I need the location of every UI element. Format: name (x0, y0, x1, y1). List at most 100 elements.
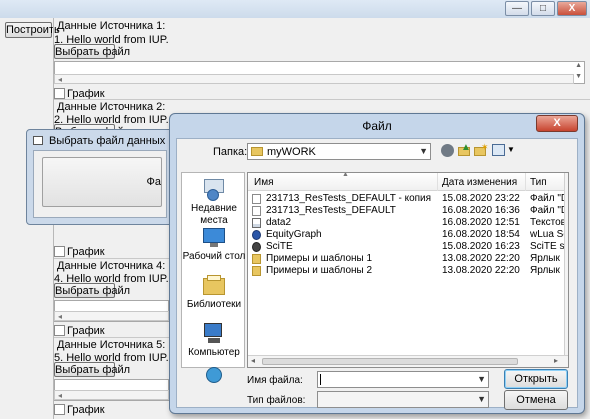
place-recent-label: Недавние места (191, 203, 237, 226)
file-button-label: Фа (146, 176, 161, 188)
place-desktop-label: Рабочий стол (182, 251, 246, 262)
source-1-hscroll[interactable]: ◂ (54, 74, 574, 84)
file-list-hscroll[interactable]: ◂ ▸ (248, 355, 568, 367)
file-type: SciTE sess (530, 241, 564, 252)
small-dialog-title: Выбрать файл данных (49, 135, 166, 147)
file-date: 15.08.2020 16:23 (442, 241, 520, 252)
source-5-select-file-button[interactable]: Выбрать файл (54, 362, 130, 377)
file-list[interactable]: Имя ▲ Дата изменения Тип 231713_ResTests… (247, 172, 569, 368)
chevron-down-icon[interactable]: ▼ (419, 146, 428, 156)
file-button[interactable]: Фа (42, 157, 162, 207)
scroll-left-icon[interactable]: ◂ (251, 356, 255, 365)
open-button[interactable]: Открыть (504, 369, 568, 389)
source-5-hscroll[interactable]: ◂ (54, 390, 169, 400)
source-5-chart-checkbox[interactable] (54, 404, 65, 415)
maximize-button[interactable]: □ (531, 1, 555, 16)
file-name: EquityGraph (266, 229, 322, 240)
file-type: Ярлык (530, 265, 560, 276)
cancel-button[interactable]: Отмена (504, 390, 568, 410)
sort-ascending-icon: ▲ (342, 172, 349, 178)
place-computer-label: Компьютер (188, 347, 240, 358)
place-computer[interactable]: Компьютер (182, 321, 246, 359)
file-row[interactable]: SciTE 15.08.2020 16:23 SciTE sess (248, 241, 564, 253)
small-dialog-body: Фа (33, 150, 167, 218)
desktop-icon (201, 225, 227, 249)
file-name: 231713_ResTests_DEFAULT (266, 205, 396, 216)
source-4-header: Данные Источника 4: (57, 260, 166, 272)
folder-label: Папка: (213, 146, 248, 158)
new-folder-icon[interactable]: ✶ (474, 142, 489, 156)
libraries-icon (201, 273, 227, 297)
file-row[interactable]: 231713_ResTests_DEFAULT - копия 15.08.202… (248, 193, 564, 205)
file-icon (252, 194, 261, 204)
scroll-left-icon[interactable]: ◂ (58, 391, 62, 400)
file-dialog-close-button[interactable]: X (536, 115, 578, 132)
shortcut-icon (252, 254, 261, 264)
source-4-hscroll[interactable]: ◂ (54, 311, 169, 321)
scroll-left-icon[interactable]: ◂ (58, 75, 62, 84)
file-row[interactable]: Примеры и шаблоны 2 13.08.2020 22:20 Ярлык (248, 265, 564, 277)
scroll-right-icon[interactable]: ▸ (554, 356, 558, 365)
chevron-down-icon[interactable]: ▼ (507, 145, 515, 154)
filename-input[interactable]: ▼ (317, 371, 489, 388)
scroll-up-icon[interactable]: ▲ (575, 62, 582, 69)
file-date: 15.08.2020 23:22 (442, 193, 520, 204)
place-libraries[interactable]: Библиотеки (182, 273, 246, 311)
file-list-vscroll[interactable] (564, 173, 568, 357)
file-open-dialog: Файл X Папка: myWORK ▼ ▲ ✶ ▼ Недавние ме… (169, 113, 585, 414)
file-icon (252, 206, 261, 216)
file-row[interactable]: Примеры и шаблоны 1 13.08.2020 22:20 Ярлык (248, 253, 564, 265)
recent-places-icon (201, 177, 227, 201)
file-row[interactable]: 231713_ResTests_DEFAULT 16.08.2020 16:36 Ф… (248, 205, 564, 217)
source-1-chart-checkbox[interactable] (54, 88, 65, 99)
file-type: Файл "DA (530, 193, 564, 204)
file-type: Текстовы (530, 217, 564, 228)
folder-icon (251, 147, 263, 156)
file-dialog-body: Папка: myWORK ▼ ▲ ✶ ▼ Недавние места Раб… (176, 138, 578, 410)
close-button[interactable]: X (557, 1, 587, 16)
separator (54, 337, 169, 338)
scroll-left-icon[interactable]: ◂ (58, 312, 62, 321)
text-caret (320, 374, 321, 385)
filetype-label: Тип файлов: (247, 395, 306, 406)
source-4-chart-checkbox[interactable] (54, 325, 65, 336)
file-dialog-title: Файл (362, 119, 392, 133)
places-bar: Недавние места Рабочий стол Библиотеки К… (181, 172, 246, 383)
file-row[interactable]: data2 16.08.2020 12:51 Текстовы (248, 217, 564, 229)
source-3-chart-checkbox[interactable] (54, 246, 65, 257)
filename-label: Имя файла: (247, 375, 303, 386)
minimize-button[interactable]: — (505, 1, 529, 16)
column-date[interactable]: Дата изменения (442, 177, 517, 188)
filetype-combo[interactable]: ▼ (317, 391, 489, 408)
source-4-select-file-button[interactable]: Выбрать файл (54, 283, 130, 298)
source-2-header: Данные Источника 2: (57, 101, 166, 113)
file-row[interactable]: EquityGraph 16.08.2020 18:54 wLua Scrip (248, 229, 564, 241)
lua-script-icon (252, 230, 261, 240)
place-desktop[interactable]: Рабочий стол (182, 225, 246, 263)
source-1-header: Данные Источника 1: (57, 20, 166, 32)
view-menu-icon[interactable] (492, 144, 505, 156)
file-name: 231713_ResTests_DEFAULT - копия (266, 193, 432, 204)
chevron-down-icon[interactable]: ▼ (477, 374, 486, 384)
select-data-file-dialog: Выбрать файл данных Фа (26, 129, 174, 225)
place-network[interactable] (182, 367, 246, 393)
scroll-down-icon[interactable]: ▼ (575, 73, 582, 80)
scroll-thumb[interactable] (262, 358, 518, 365)
folder-combo[interactable]: myWORK ▼ (247, 143, 431, 160)
source-5-chart-label: График (67, 404, 105, 416)
file-date: 16.08.2020 12:51 (442, 217, 520, 228)
place-recent[interactable]: Недавние места (182, 177, 246, 227)
file-name: data2 (266, 217, 292, 228)
main-title-bar (0, 0, 590, 18)
source-4-chart-label: График (67, 325, 105, 337)
folder-value: myWORK (267, 146, 316, 158)
back-icon[interactable] (441, 144, 454, 157)
up-folder-icon[interactable]: ▲ (458, 143, 471, 157)
chevron-down-icon[interactable]: ▼ (477, 394, 486, 404)
source-1-select-file-button[interactable]: Выбрать файл (54, 44, 130, 59)
build-button[interactable]: Построить (5, 22, 60, 38)
window-icon (33, 136, 43, 145)
column-name[interactable]: Имя (254, 177, 273, 188)
text-file-icon (252, 218, 261, 228)
column-type[interactable]: Тип (530, 177, 547, 188)
